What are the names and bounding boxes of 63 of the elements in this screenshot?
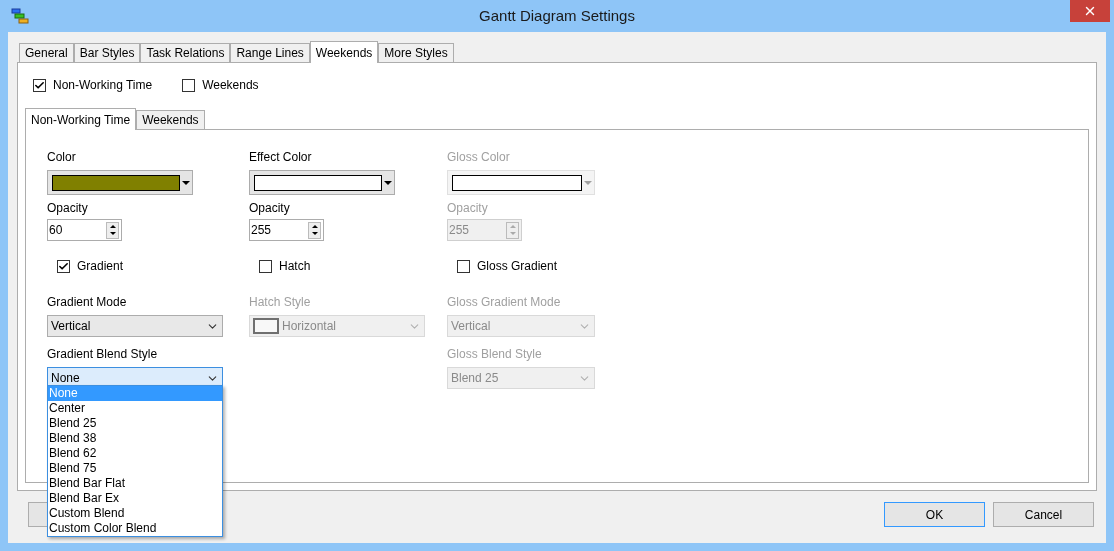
close-icon [1083,4,1097,18]
field-label: Gloss Gradient Mode [447,294,562,311]
checkbox[interactable] [259,259,272,273]
dropdown-option[interactable]: Blend Bar Ex [48,491,222,506]
checkbox[interactable] [182,78,196,92]
field-label: Gradient Blend Style [47,346,159,363]
field-label: Opacity [249,200,291,217]
checkbox-label: Hatch [279,258,311,275]
dropdown-option[interactable]: Blend 25 [48,416,222,431]
caret-icon [384,180,392,185]
field-label: Opacity [47,200,89,217]
field-label: Gradient Mode [47,294,128,311]
field-label: Effect Color [249,149,313,166]
checkbox[interactable] [457,259,470,273]
dropdown-option[interactable]: Blend 38 [48,431,222,446]
window-title: Gantt Diagram Settings [479,5,635,26]
tab[interactable]: General [19,43,74,62]
tab[interactable]: Non-Working Time [25,108,137,130]
tab[interactable]: More Styles [378,43,454,62]
dropdown-option[interactable]: Blend 75 [48,461,222,476]
dialog-button[interactable]: Cancel [993,502,1094,527]
checkbox-label: Gradient [77,258,124,275]
dropdown-option[interactable]: Center [48,401,222,416]
caret-icon [182,180,190,185]
spinner-value: 255 [449,222,471,239]
checkbox-label: Gloss Gradient [477,258,558,275]
dropdown-value: Vertical [451,318,492,335]
field-label: Hatch Style [249,294,312,311]
hatch-pattern-icon [253,318,279,334]
tab[interactable]: Task Relations [140,43,231,62]
opacity-spinner[interactable]: 60 [47,219,122,241]
dropdown-option[interactable]: Blend Bar Flat [48,476,222,491]
checkbox-label: Weekends [202,77,259,94]
gantt-app-icon [11,8,29,24]
color-picker[interactable] [249,170,395,195]
checkbox[interactable] [57,259,70,273]
caret-icon [584,180,592,185]
dialog-button[interactable]: OK [884,502,985,527]
spinner-arrows-icon [308,221,321,239]
dropdown-option[interactable]: Blend 62 [48,446,222,461]
tab[interactable]: Bar Styles [73,43,141,62]
dropdown-value: Horizontal [282,318,338,335]
dropdown[interactable]: Vertical [47,315,223,337]
dropdown-option[interactable]: Custom Blend [48,506,222,521]
tab[interactable]: Range Lines [230,43,310,62]
tab[interactable]: Weekends [309,41,379,63]
dropdown-value: None [51,370,81,387]
field-label: Gloss Blend Style [447,346,543,363]
dropdown-value: Vertical [51,318,92,335]
spinner-arrows-icon [106,221,119,239]
tab[interactable]: Weekends [136,110,205,129]
field-label: Opacity [447,200,489,217]
color-picker[interactable] [47,170,193,195]
spinner-value: 255 [251,222,273,239]
field-label: Gloss Color [447,149,511,166]
dropdown-value: Blend 25 [451,370,500,387]
checkbox-label: Non-Working Time [53,77,153,94]
spinner-arrows-icon [506,221,519,239]
dropdown-option[interactable]: Custom Color Blend [48,521,222,536]
checkbox[interactable] [33,78,46,92]
opacity-spinner[interactable]: 255 [249,219,324,241]
spinner-value: 60 [49,222,64,239]
field-label: Color [47,149,77,166]
